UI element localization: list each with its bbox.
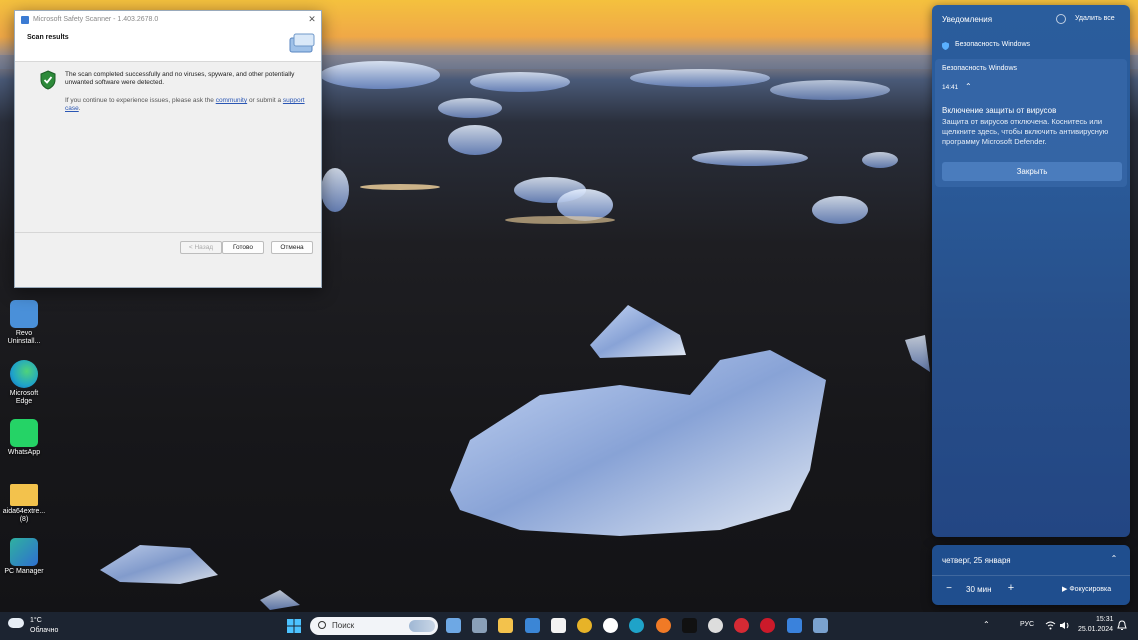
- opera-icon[interactable]: [760, 618, 776, 633]
- volume-icon[interactable]: [1059, 621, 1070, 630]
- notification-title: Включение защиты от вирусов: [942, 106, 1057, 115]
- language-indicator[interactable]: РУС: [1020, 621, 1034, 628]
- close-icon[interactable]: ✕: [303, 14, 321, 25]
- desktop-icon-label: PC Manager: [4, 568, 44, 575]
- chevron-up-icon[interactable]: ⌃: [1106, 554, 1122, 566]
- pc-manager-icon: [10, 538, 38, 566]
- notification-close-button[interactable]: Закрыть: [942, 162, 1122, 181]
- focus-button-label: Фокусировка: [1069, 586, 1112, 593]
- desktop-icon-label: Revo Uninstall...: [7, 330, 41, 345]
- search-placeholder: Поиск: [332, 621, 355, 630]
- safety-scanner-icon: [21, 15, 29, 24]
- wizard-footer: < Назад Готово Отмена: [15, 232, 321, 260]
- task-view-icon[interactable]: [472, 618, 488, 633]
- whatsapp-icon: [10, 419, 38, 447]
- shield-check-icon: [40, 70, 56, 90]
- help-suffix: .: [78, 105, 81, 112]
- windows-start-icon[interactable]: [287, 619, 301, 633]
- help-mid: or submit a: [248, 97, 282, 104]
- edge-icon[interactable]: [629, 618, 645, 633]
- notification-bell-icon[interactable]: [1117, 620, 1127, 631]
- search-highlight-icon: [409, 620, 435, 632]
- clock-date[interactable]: 25.01.2024: [1078, 626, 1113, 633]
- clock-time[interactable]: 15:31: [1096, 616, 1114, 623]
- desktop-icon-aida64-folder[interactable]: aida64extre... (8): [2, 480, 46, 524]
- notification-group-title[interactable]: Безопасность Windows: [955, 41, 1030, 48]
- taskbar: 1°C Облачно Поиск ⌃ РУС 15:31 25.01.2024: [0, 612, 1138, 640]
- calendar-date[interactable]: четверг, 25 января: [942, 556, 1011, 565]
- desktop-icon-revo-uninstaller[interactable]: Revo Uninstall...: [2, 300, 46, 346]
- speedtest-icon[interactable]: [708, 618, 723, 633]
- notification-center: Уведомления Удалить все Безопасность Win…: [932, 5, 1130, 537]
- help-text: If you continue to experience issues, pl…: [65, 97, 305, 113]
- desktop-icon-label: aida64extre... (8): [2, 508, 46, 523]
- mail-icon[interactable]: [524, 618, 540, 633]
- wizard-header: Scan results: [15, 28, 321, 62]
- safety-scanner-icon[interactable]: [812, 618, 828, 633]
- notifications-heading: Уведомления: [942, 15, 993, 24]
- wizard-heading: Scan results: [27, 34, 69, 41]
- chrome-icon[interactable]: [577, 618, 592, 633]
- folder-icon: [10, 484, 38, 506]
- desktop-icon-label: Microsoft Edge: [9, 390, 39, 405]
- wizard-body: The scan completed successfully and no v…: [15, 62, 321, 260]
- divider: [932, 575, 1130, 576]
- edge-icon: [10, 360, 38, 388]
- taskbar-search[interactable]: Поиск: [310, 617, 438, 635]
- safety-scanner-window: Microsoft Safety Scanner - 1.403.2678.0 …: [14, 10, 322, 288]
- widgets-icon[interactable]: [446, 618, 461, 633]
- notification-text: Защита от вирусов отключена. Коснитесь и…: [942, 117, 1109, 146]
- scanner-graphic-icon: [289, 33, 315, 53]
- file-explorer-icon[interactable]: [498, 618, 514, 633]
- firefox-icon[interactable]: [655, 618, 671, 633]
- calendar-panel: четверг, 25 января ⌃ − 30 мин + ▶ Фокуси…: [932, 545, 1130, 605]
- notification-app-name: Безопасность Windows: [942, 65, 1017, 72]
- help-prefix: If you continue to experience issues, pl…: [65, 97, 214, 104]
- revo-uninstaller-icon: [10, 300, 38, 328]
- community-link[interactable]: community: [216, 97, 247, 104]
- desktop-icon-whatsapp[interactable]: WhatsApp: [2, 419, 46, 457]
- tiktok-icon[interactable]: [681, 618, 697, 633]
- window-titlebar[interactable]: Microsoft Safety Scanner - 1.403.2678.0 …: [15, 11, 321, 28]
- clear-all-button[interactable]: Удалить все: [1075, 15, 1115, 22]
- weather-temperature: 1°C: [30, 617, 42, 624]
- weather-condition: Облачно: [30, 627, 59, 634]
- cloud-icon: [8, 618, 24, 628]
- search-icon: [318, 621, 326, 629]
- desktop-icon-microsoft-edge[interactable]: Microsoft Edge: [2, 360, 46, 406]
- calendar-icon[interactable]: [550, 618, 566, 633]
- focus-duration: 30 мин: [966, 585, 992, 594]
- windows-security-icon[interactable]: [786, 618, 802, 633]
- focus-button[interactable]: ▶ Фокусировка: [1062, 585, 1111, 593]
- windows-security-icon: [942, 42, 949, 50]
- notification-card[interactable]: Безопасность Windows 14:41 ⌃ Включение з…: [935, 59, 1127, 187]
- wifi-icon[interactable]: [1045, 621, 1056, 630]
- cancel-button[interactable]: Отмена: [271, 241, 313, 254]
- done-button[interactable]: Готово: [222, 241, 264, 254]
- focus-decrease-button[interactable]: −: [942, 583, 956, 594]
- back-button[interactable]: < Назад: [180, 241, 222, 254]
- pinterest-icon[interactable]: [734, 618, 750, 633]
- yandex-browser-icon[interactable]: [603, 618, 619, 633]
- scan-result-message: The scan completed successfully and no v…: [65, 71, 295, 86]
- focus-increase-button[interactable]: +: [1004, 582, 1018, 594]
- do-not-disturb-icon[interactable]: [1056, 14, 1066, 24]
- desktop-icon-pc-manager[interactable]: PC Manager: [2, 538, 46, 576]
- window-title: Microsoft Safety Scanner - 1.403.2678.0: [33, 16, 159, 23]
- chevron-up-icon[interactable]: ⌃: [965, 82, 972, 91]
- chevron-up-icon[interactable]: ⌃: [983, 620, 990, 629]
- desktop-icon-label: WhatsApp: [7, 449, 41, 456]
- notification-time: 14:41: [942, 84, 959, 91]
